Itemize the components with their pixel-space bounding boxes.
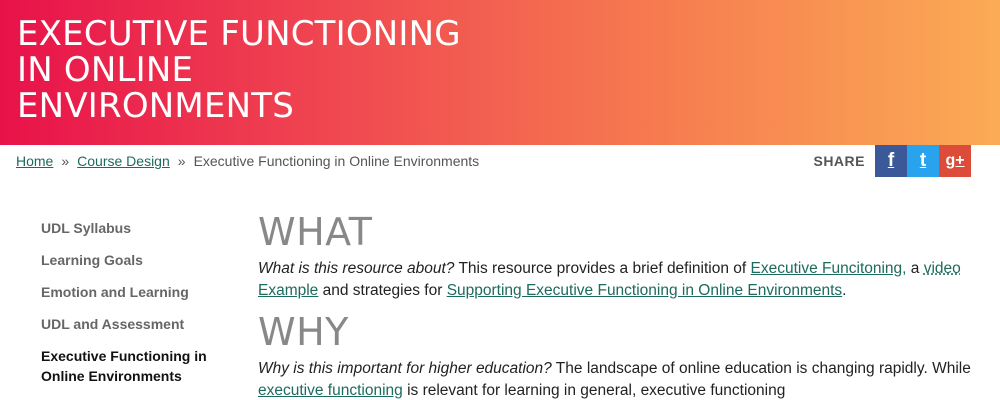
main-content: WHAT What is this resource about? This r… xyxy=(258,210,973,400)
share-bar: SHARE f t g+ xyxy=(813,145,971,177)
why-text: The landscape of online education is cha… xyxy=(551,360,971,377)
breadcrumb-separator: » xyxy=(61,153,70,169)
breadcrumb-course-design-link[interactable]: Course Design xyxy=(77,153,170,169)
twitter-glyph: t xyxy=(919,150,927,171)
facebook-icon[interactable]: f xyxy=(875,145,907,177)
executive-functioning-inline-link[interactable]: executive functioning xyxy=(258,382,403,399)
facebook-glyph: f xyxy=(887,150,895,171)
breadcrumb: Home » Course Design » Executive Functio… xyxy=(16,153,479,169)
breadcrumb-separator: » xyxy=(177,153,186,169)
sidebar-item-emotion-and-learning[interactable]: Emotion and Learning xyxy=(41,282,231,314)
page-title-line: ENVIRONMENTS xyxy=(17,86,295,126)
what-heading: WHAT xyxy=(258,210,373,254)
breadcrumb-home-link[interactable]: Home xyxy=(16,153,53,169)
google-plus-glyph: g+ xyxy=(945,152,965,169)
share-label: SHARE xyxy=(813,153,865,169)
what-paragraph: What is this resource about? This resour… xyxy=(258,258,973,302)
why-text: is relevant for learning in general, exe… xyxy=(402,382,786,399)
google-plus-icon[interactable]: g+ xyxy=(939,145,971,177)
what-text: a xyxy=(906,260,924,277)
page-title-line: IN ONLINE xyxy=(17,50,194,90)
video-link[interactable]: video xyxy=(924,260,961,277)
why-question: Why is this important for higher educati… xyxy=(258,360,552,377)
sidebar-item-udl-and-assessment[interactable]: UDL and Assessment xyxy=(41,314,231,346)
executive-functioning-link[interactable]: Executive Funcitoning, xyxy=(751,260,907,277)
why-heading: WHY xyxy=(258,310,349,354)
sidebar-item-udl-syllabus[interactable]: UDL Syllabus xyxy=(41,218,231,250)
page-title: EXECUTIVE FUNCTIONING IN ONLINE ENVIRONM… xyxy=(17,16,461,124)
why-paragraph: Why is this important for higher educati… xyxy=(258,358,973,400)
sidebar-item-executive-functioning[interactable]: Executive Functioning in Online Environm… xyxy=(41,346,231,386)
what-text: . xyxy=(842,282,847,299)
twitter-icon[interactable]: t xyxy=(907,145,939,177)
page-banner: EXECUTIVE FUNCTIONING IN ONLINE ENVIRONM… xyxy=(0,0,1000,145)
what-text: This resource provides a brief definitio… xyxy=(454,260,751,277)
sidebar-item-learning-goals[interactable]: Learning Goals xyxy=(41,250,231,282)
supporting-ef-link[interactable]: Supporting Executive Functioning in Onli… xyxy=(447,282,842,299)
sidebar-nav: UDL Syllabus Learning Goals Emotion and … xyxy=(41,218,231,386)
what-question: What is this resource about? xyxy=(258,260,455,277)
example-link[interactable]: Example xyxy=(258,282,318,299)
page-title-line: EXECUTIVE FUNCTIONING xyxy=(17,14,461,54)
breadcrumb-current: Executive Functioning in Online Environm… xyxy=(193,153,480,169)
what-text: and strategies for xyxy=(318,282,447,299)
